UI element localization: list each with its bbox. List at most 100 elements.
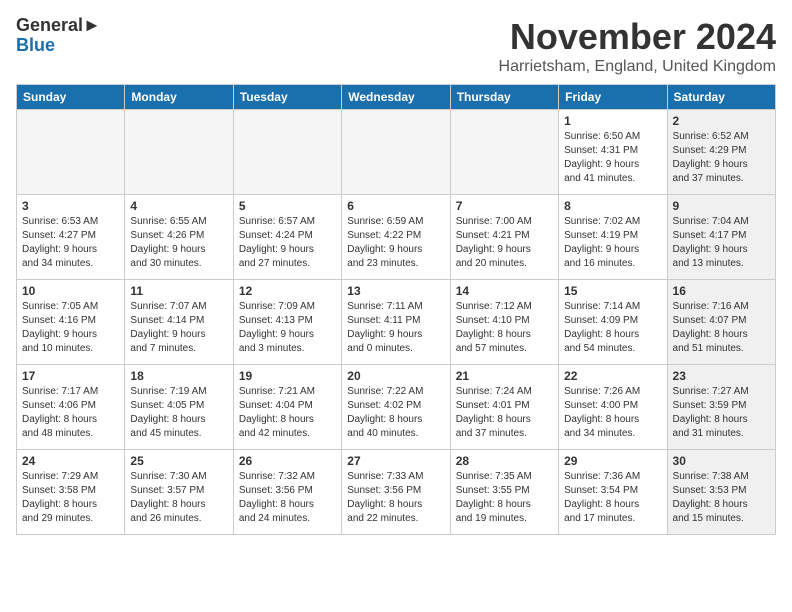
col-header-friday: Friday bbox=[559, 85, 667, 110]
calendar-cell: 29 Sunrise: 7:36 AM Sunset: 3:54 PM Dayli… bbox=[559, 450, 667, 535]
day-info: Sunrise: 7:29 AM Sunset: 3:58 PM Dayligh… bbox=[22, 470, 119, 526]
day-number: 12 bbox=[239, 284, 336, 298]
calendar-cell: 9 Sunrise: 7:04 AM Sunset: 4:17 PM Daylig… bbox=[667, 195, 775, 280]
calendar-cell: 22 Sunrise: 7:26 AM Sunset: 4:00 PM Dayli… bbox=[559, 365, 667, 450]
col-header-thursday: Thursday bbox=[450, 85, 558, 110]
day-info: Sunrise: 7:38 AM Sunset: 3:53 PM Dayligh… bbox=[673, 470, 770, 526]
day-number: 26 bbox=[239, 454, 336, 468]
day-number: 14 bbox=[456, 284, 553, 298]
calendar-body: 1Sunrise: 6:50 AM Sunset: 4:31 PM Daylig… bbox=[17, 110, 776, 535]
day-info: Sunrise: 7:04 AM Sunset: 4:17 PM Dayligh… bbox=[673, 215, 770, 271]
day-info: Sunrise: 7:26 AM Sunset: 4:00 PM Dayligh… bbox=[564, 385, 661, 441]
calendar-cell: 8 Sunrise: 7:02 AM Sunset: 4:19 PM Daylig… bbox=[559, 195, 667, 280]
week-row-3: 10 Sunrise: 7:05 AM Sunset: 4:16 PM Dayli… bbox=[17, 280, 776, 365]
calendar-cell bbox=[233, 110, 341, 195]
day-number: 28 bbox=[456, 454, 553, 468]
day-info: Sunrise: 6:52 AM Sunset: 4:29 PM Dayligh… bbox=[673, 130, 770, 186]
calendar-cell: 30Sunrise: 7:38 AM Sunset: 3:53 PM Dayli… bbox=[667, 450, 775, 535]
week-row-5: 24 Sunrise: 7:29 AM Sunset: 3:58 PM Dayli… bbox=[17, 450, 776, 535]
calendar-cell: 27 Sunrise: 7:33 AM Sunset: 3:56 PM Dayli… bbox=[342, 450, 450, 535]
day-number: 9 bbox=[673, 199, 770, 213]
day-number: 8 bbox=[564, 199, 661, 213]
day-info: Sunrise: 7:12 AM Sunset: 4:10 PM Dayligh… bbox=[456, 300, 553, 356]
day-number: 1 bbox=[564, 114, 661, 128]
day-info: Sunrise: 6:55 AM Sunset: 4:26 PM Dayligh… bbox=[130, 215, 227, 271]
calendar-cell: 1Sunrise: 6:50 AM Sunset: 4:31 PM Daylig… bbox=[559, 110, 667, 195]
day-info: Sunrise: 6:57 AM Sunset: 4:24 PM Dayligh… bbox=[239, 215, 336, 271]
day-info: Sunrise: 7:07 AM Sunset: 4:14 PM Dayligh… bbox=[130, 300, 227, 356]
day-info: Sunrise: 7:05 AM Sunset: 4:16 PM Dayligh… bbox=[22, 300, 119, 356]
day-info: Sunrise: 7:36 AM Sunset: 3:54 PM Dayligh… bbox=[564, 470, 661, 526]
calendar-cell: 6 Sunrise: 6:59 AM Sunset: 4:22 PM Daylig… bbox=[342, 195, 450, 280]
day-number: 7 bbox=[456, 199, 553, 213]
calendar-cell: 2 Sunrise: 6:52 AM Sunset: 4:29 PM Daylig… bbox=[667, 110, 775, 195]
calendar-cell: 5 Sunrise: 6:57 AM Sunset: 4:24 PM Daylig… bbox=[233, 195, 341, 280]
day-number: 4 bbox=[130, 199, 227, 213]
calendar-cell: 20 Sunrise: 7:22 AM Sunset: 4:02 PM Dayli… bbox=[342, 365, 450, 450]
col-header-sunday: Sunday bbox=[17, 85, 125, 110]
calendar-cell bbox=[125, 110, 233, 195]
week-row-2: 3 Sunrise: 6:53 AM Sunset: 4:27 PM Daylig… bbox=[17, 195, 776, 280]
day-number: 27 bbox=[347, 454, 444, 468]
calendar-cell: 17Sunrise: 7:17 AM Sunset: 4:06 PM Dayli… bbox=[17, 365, 125, 450]
day-number: 17 bbox=[22, 369, 119, 383]
calendar-cell bbox=[450, 110, 558, 195]
day-info: Sunrise: 7:14 AM Sunset: 4:09 PM Dayligh… bbox=[564, 300, 661, 356]
page-header: General► Blue November 2024 Harrietsham,… bbox=[16, 16, 776, 76]
calendar-cell: 15 Sunrise: 7:14 AM Sunset: 4:09 PM Dayli… bbox=[559, 280, 667, 365]
day-info: Sunrise: 6:59 AM Sunset: 4:22 PM Dayligh… bbox=[347, 215, 444, 271]
day-info: Sunrise: 7:35 AM Sunset: 3:55 PM Dayligh… bbox=[456, 470, 553, 526]
day-number: 16 bbox=[673, 284, 770, 298]
day-number: 19 bbox=[239, 369, 336, 383]
calendar-cell: 28 Sunrise: 7:35 AM Sunset: 3:55 PM Dayli… bbox=[450, 450, 558, 535]
day-info: Sunrise: 6:53 AM Sunset: 4:27 PM Dayligh… bbox=[22, 215, 119, 271]
calendar-cell: 11 Sunrise: 7:07 AM Sunset: 4:14 PM Dayli… bbox=[125, 280, 233, 365]
day-number: 11 bbox=[130, 284, 227, 298]
calendar-cell: 18Sunrise: 7:19 AM Sunset: 4:05 PM Dayli… bbox=[125, 365, 233, 450]
calendar-cell: 24 Sunrise: 7:29 AM Sunset: 3:58 PM Dayli… bbox=[17, 450, 125, 535]
col-header-wednesday: Wednesday bbox=[342, 85, 450, 110]
calendar-cell: 23Sunrise: 7:27 AM Sunset: 3:59 PM Dayli… bbox=[667, 365, 775, 450]
title-block: November 2024 Harrietsham, England, Unit… bbox=[499, 16, 776, 76]
day-number: 20 bbox=[347, 369, 444, 383]
col-header-tuesday: Tuesday bbox=[233, 85, 341, 110]
calendar-cell: 3 Sunrise: 6:53 AM Sunset: 4:27 PM Daylig… bbox=[17, 195, 125, 280]
day-number: 29 bbox=[564, 454, 661, 468]
calendar-cell: 14 Sunrise: 7:12 AM Sunset: 4:10 PM Dayli… bbox=[450, 280, 558, 365]
calendar-cell: 19 Sunrise: 7:21 AM Sunset: 4:04 PM Dayli… bbox=[233, 365, 341, 450]
day-number: 24 bbox=[22, 454, 119, 468]
day-number: 10 bbox=[22, 284, 119, 298]
day-number: 25 bbox=[130, 454, 227, 468]
day-info: Sunrise: 7:19 AM Sunset: 4:05 PM Dayligh… bbox=[130, 385, 227, 441]
day-number: 6 bbox=[347, 199, 444, 213]
calendar-cell: 25Sunrise: 7:30 AM Sunset: 3:57 PM Dayli… bbox=[125, 450, 233, 535]
day-number: 5 bbox=[239, 199, 336, 213]
day-number: 2 bbox=[673, 114, 770, 128]
day-info: Sunrise: 7:33 AM Sunset: 3:56 PM Dayligh… bbox=[347, 470, 444, 526]
day-number: 23 bbox=[673, 369, 770, 383]
week-row-4: 17Sunrise: 7:17 AM Sunset: 4:06 PM Dayli… bbox=[17, 365, 776, 450]
day-info: Sunrise: 7:11 AM Sunset: 4:11 PM Dayligh… bbox=[347, 300, 444, 356]
day-number: 21 bbox=[456, 369, 553, 383]
calendar-cell: 26 Sunrise: 7:32 AM Sunset: 3:56 PM Dayli… bbox=[233, 450, 341, 535]
day-number: 22 bbox=[564, 369, 661, 383]
col-header-saturday: Saturday bbox=[667, 85, 775, 110]
day-number: 15 bbox=[564, 284, 661, 298]
day-info: Sunrise: 7:09 AM Sunset: 4:13 PM Dayligh… bbox=[239, 300, 336, 356]
week-row-1: 1Sunrise: 6:50 AM Sunset: 4:31 PM Daylig… bbox=[17, 110, 776, 195]
calendar-cell: 21Sunrise: 7:24 AM Sunset: 4:01 PM Dayli… bbox=[450, 365, 558, 450]
day-info: Sunrise: 7:22 AM Sunset: 4:02 PM Dayligh… bbox=[347, 385, 444, 441]
calendar-header-row: SundayMondayTuesdayWednesdayThursdayFrid… bbox=[17, 85, 776, 110]
day-info: Sunrise: 7:02 AM Sunset: 4:19 PM Dayligh… bbox=[564, 215, 661, 271]
col-header-monday: Monday bbox=[125, 85, 233, 110]
calendar-cell: 12 Sunrise: 7:09 AM Sunset: 4:13 PM Dayli… bbox=[233, 280, 341, 365]
calendar-cell: 10 Sunrise: 7:05 AM Sunset: 4:16 PM Dayli… bbox=[17, 280, 125, 365]
day-number: 13 bbox=[347, 284, 444, 298]
day-info: Sunrise: 7:32 AM Sunset: 3:56 PM Dayligh… bbox=[239, 470, 336, 526]
calendar-cell: 4 Sunrise: 6:55 AM Sunset: 4:26 PM Daylig… bbox=[125, 195, 233, 280]
day-info: Sunrise: 7:21 AM Sunset: 4:04 PM Dayligh… bbox=[239, 385, 336, 441]
month-title: November 2024 bbox=[499, 16, 776, 58]
day-number: 3 bbox=[22, 199, 119, 213]
location: Harrietsham, England, United Kingdom bbox=[499, 58, 776, 76]
logo: General► Blue bbox=[16, 16, 101, 56]
